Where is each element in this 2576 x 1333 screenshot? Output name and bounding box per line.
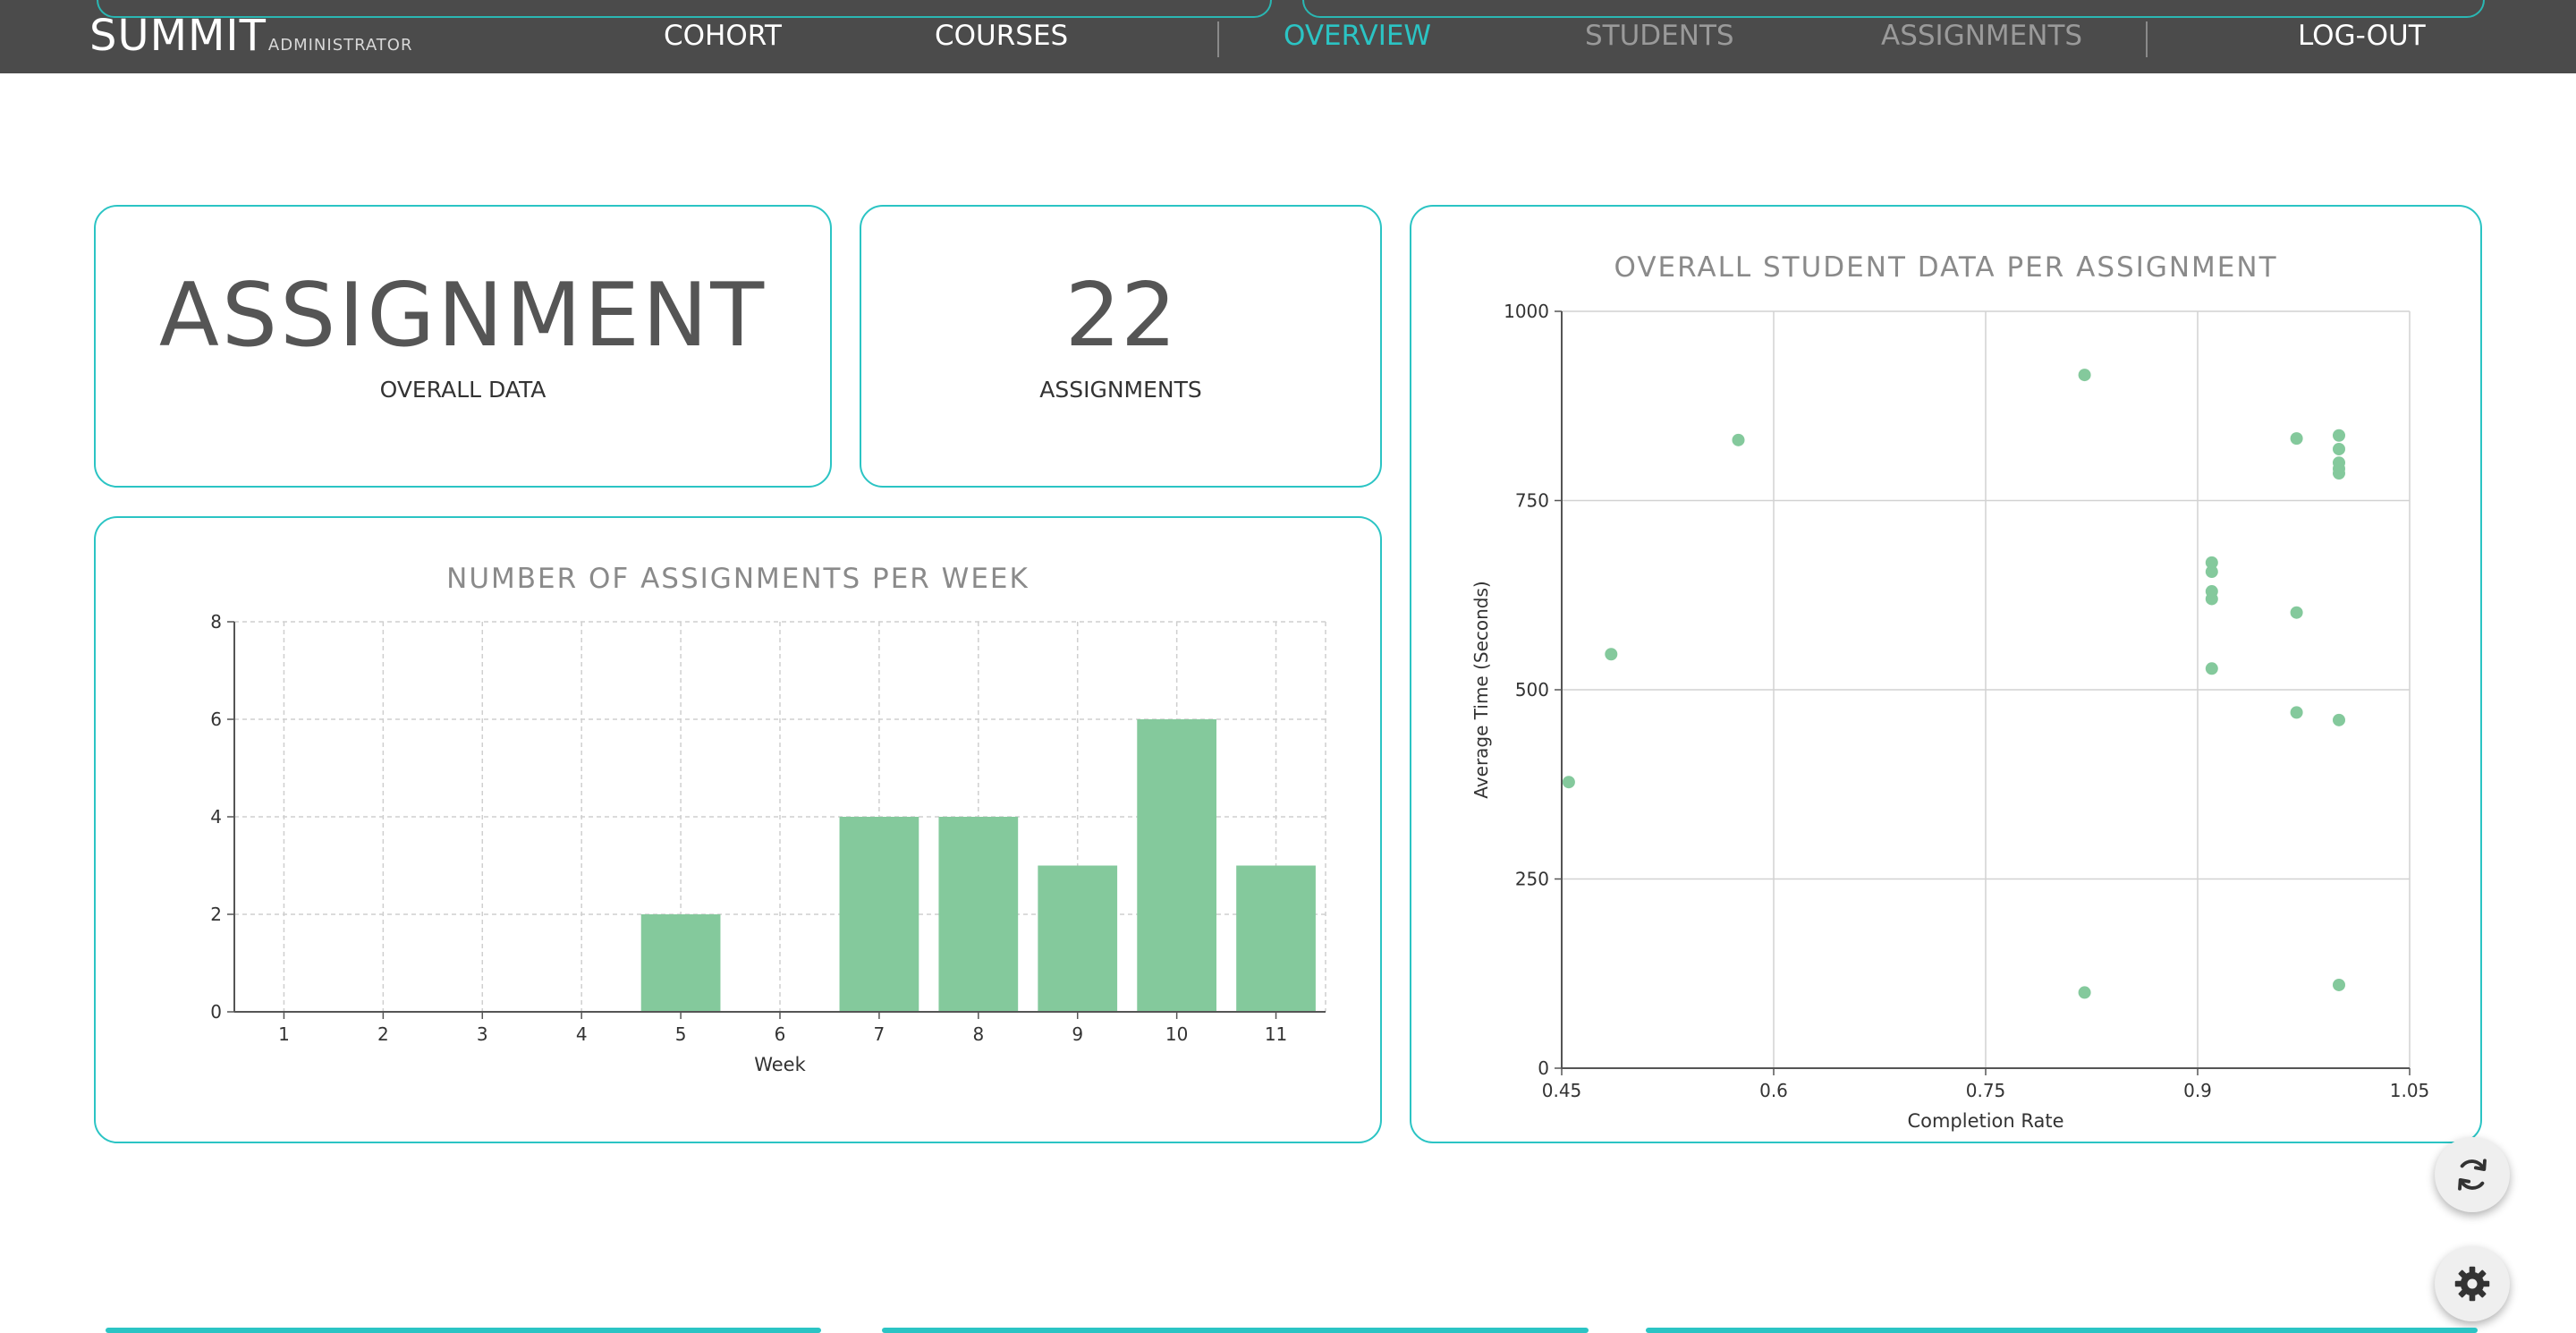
y-tick-label: 250 — [1515, 869, 1549, 890]
student-data-scatter-card: OVERALL STUDENT DATA PER ASSIGNMENT 0 250… — [1410, 205, 2482, 1143]
gear-hole — [2467, 1278, 2478, 1289]
data-point — [2333, 467, 2345, 480]
scatter-chart: 0 250 500 750 1000 0.45 0.6 0.75 0.9 1.05 Completi… — [1470, 301, 2430, 1132]
data-point — [2290, 432, 2303, 446]
data-point — [1562, 776, 1575, 789]
assignment-summary-card: ASSIGNMENT OVERALL DATA — [94, 205, 832, 488]
nav-link-cohort[interactable]: COHORT — [664, 20, 782, 52]
y-tick-label: 0 — [1538, 1057, 1549, 1079]
assignment-count: 22 — [1064, 265, 1177, 367]
settings-button[interactable] — [2435, 1246, 2510, 1321]
x-tick-label: 10 — [1165, 1023, 1188, 1045]
x-tick-label: 9 — [1072, 1023, 1083, 1045]
x-tick-label: 5 — [675, 1023, 687, 1045]
data-point — [2205, 565, 2218, 579]
x-tick-label: 2 — [377, 1023, 389, 1045]
y-tick-label: 4 — [210, 806, 222, 828]
bar-chart: 0 2 4 6 8 1 2 3 4 5 6 7 8 9 10 11 Week — [210, 611, 1326, 1075]
nav-link-overview[interactable]: OVERVIEW — [1284, 20, 1431, 52]
y-tick-label: 8 — [210, 611, 222, 633]
bar-week-8 — [938, 817, 1019, 1012]
next-card-edge — [1646, 1328, 2478, 1333]
data-point — [2205, 592, 2218, 606]
bar-week-7 — [839, 817, 919, 1012]
y-tick-label: 1000 — [1504, 301, 1549, 322]
assignments-per-week-card: NUMBER OF ASSIGNMENTS PER WEEK 024681234… — [94, 516, 1382, 1143]
y-tick-label: 750 — [1515, 490, 1549, 512]
data-point — [2205, 662, 2218, 675]
nav-link-logout[interactable]: LOG-OUT — [2298, 20, 2426, 52]
data-point — [2333, 713, 2345, 726]
y-tick-label: 500 — [1515, 679, 1549, 700]
nav-decoration-right — [1302, 0, 2485, 18]
next-card-edge — [106, 1328, 821, 1333]
y-tick-label: 0 — [210, 1001, 222, 1023]
brand-logo[interactable]: SUMMIT ADMINISTRATOR — [89, 11, 412, 61]
x-tick-label: 0.75 — [1966, 1080, 2006, 1101]
brand-subtitle: ADMINISTRATOR — [267, 36, 413, 55]
data-point — [2290, 606, 2303, 619]
refresh-button[interactable] — [2435, 1137, 2510, 1212]
y-axis-label: Average Time (Seconds) — [1470, 581, 1492, 798]
y-tick-label: 6 — [210, 709, 222, 730]
nav-divider — [2146, 21, 2148, 57]
data-point — [2290, 706, 2303, 719]
bar-week-11 — [1236, 865, 1316, 1012]
bar-week-9 — [1038, 865, 1118, 1012]
nav-link-assignments[interactable]: ASSIGNMENTS — [1881, 20, 2082, 52]
x-axis-label: Week — [754, 1054, 806, 1075]
x-tick-label: 3 — [477, 1023, 488, 1045]
data-point — [2333, 978, 2345, 991]
x-tick-label: 11 — [1265, 1023, 1287, 1045]
x-tick-label: 1 — [278, 1023, 290, 1045]
data-point — [1605, 648, 1618, 661]
bar-week-10 — [1137, 719, 1216, 1012]
nav-divider — [1217, 21, 1219, 57]
x-tick-label: 8 — [972, 1023, 984, 1045]
bar-week-5 — [640, 914, 721, 1012]
gear-icon — [2454, 1266, 2490, 1302]
x-tick-label: 6 — [775, 1023, 786, 1045]
brand-name: SUMMIT — [89, 11, 267, 61]
data-point — [2078, 369, 2091, 382]
data-point — [2078, 986, 2091, 999]
x-tick-label: 0.6 — [1759, 1080, 1788, 1101]
assignment-count-card: 22 ASSIGNMENTS — [860, 205, 1382, 488]
y-tick-label: 2 — [210, 904, 222, 925]
x-axis-label: Completion Rate — [1907, 1110, 2063, 1132]
x-tick-label: 7 — [874, 1023, 886, 1045]
data-point — [1732, 433, 1745, 446]
x-tick-label: 0.45 — [1542, 1080, 1582, 1101]
refresh-icon — [2458, 1159, 2487, 1191]
x-tick-label: 0.9 — [2183, 1080, 2212, 1101]
data-point — [2333, 429, 2345, 442]
data-point — [2333, 442, 2345, 455]
summary-subtitle: OVERALL DATA — [379, 377, 547, 403]
next-card-edge — [882, 1328, 1589, 1333]
summary-title: ASSIGNMENT — [158, 265, 767, 367]
x-tick-label: 4 — [576, 1023, 588, 1045]
assignment-count-label: ASSIGNMENTS — [1039, 377, 1202, 403]
nav-link-students[interactable]: STUDENTS — [1585, 20, 1734, 52]
nav-link-courses[interactable]: COURSES — [935, 20, 1068, 52]
top-nav: SUMMIT ADMINISTRATOR COHORT COURSES OVERV… — [0, 0, 2576, 73]
x-tick-label: 1.05 — [2390, 1080, 2430, 1101]
